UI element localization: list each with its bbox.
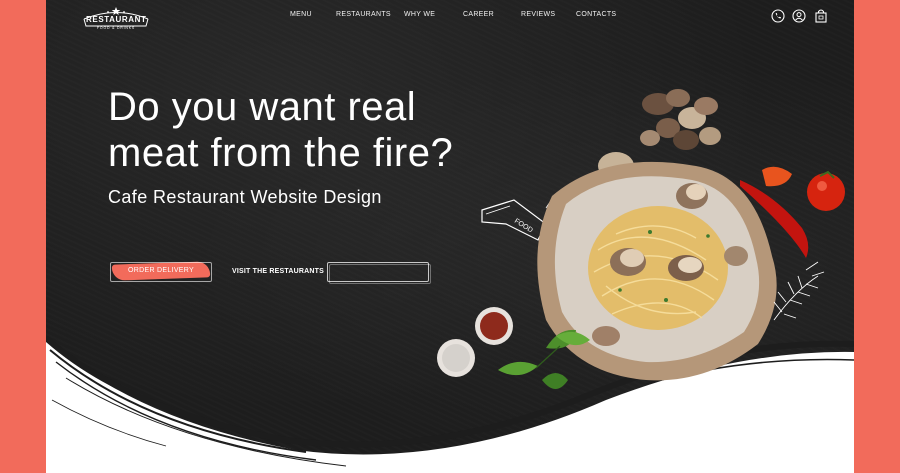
sauce-bowls [437, 307, 513, 377]
basil-leaves [498, 329, 590, 389]
ribbon-text: FOOD [513, 218, 534, 235]
pasta-plate [537, 161, 777, 381]
herb-sketch [773, 261, 825, 321]
page-frame: RESTAURANT FOOD & DRINKS MENU RESTAURANT… [46, 0, 854, 473]
food-illustration: FOOD [437, 89, 845, 389]
